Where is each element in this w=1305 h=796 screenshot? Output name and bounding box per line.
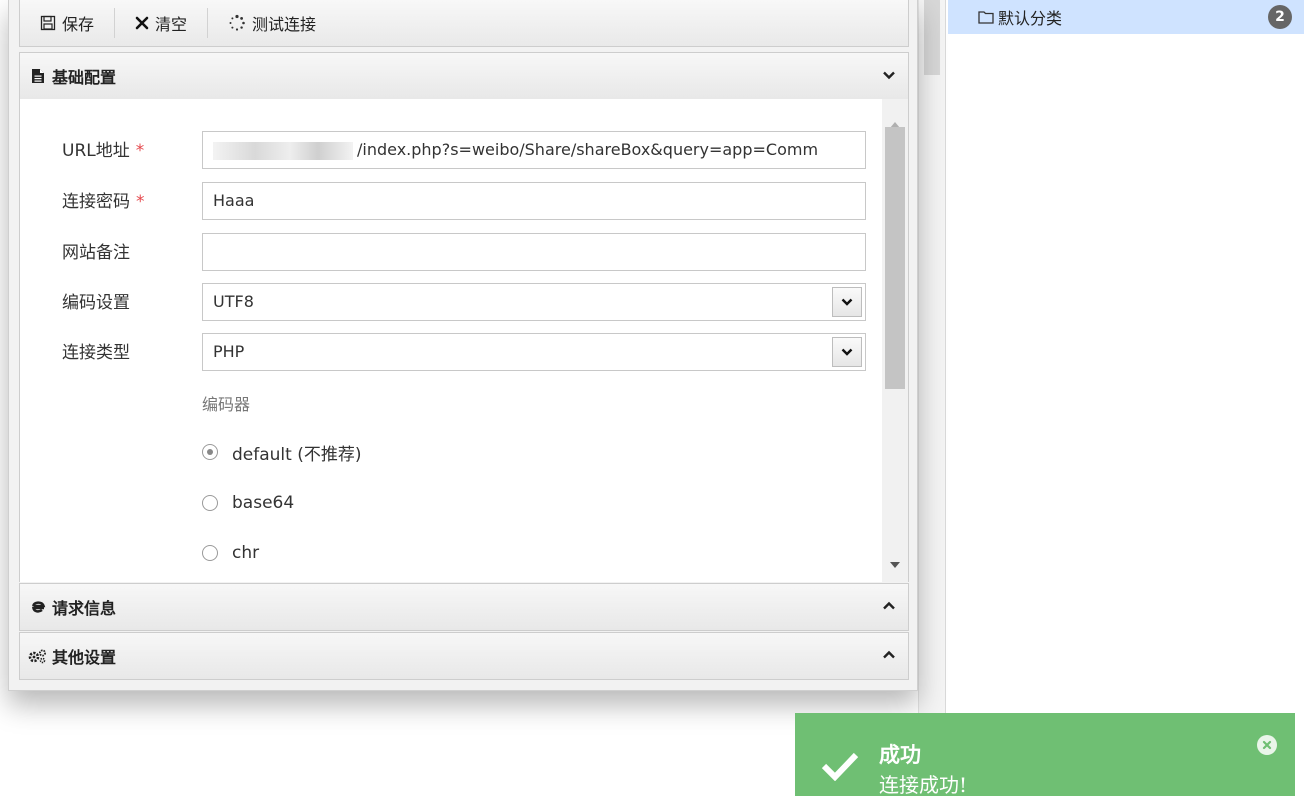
encoder-option-chr[interactable]: chr [202,538,259,568]
toolbar: 保存 清空 测试连接 [19,0,909,47]
form-scrollbar[interactable] [882,99,908,582]
note-row: 网站备注 [20,233,880,273]
encoder-label: 编码器 [202,395,251,414]
toast-title: 成功 [879,742,921,767]
chevron-down-icon[interactable] [832,337,862,367]
url-label: URL地址 [62,141,130,161]
encoder-option-label: chr [232,543,260,563]
type-row: 连接类型 PHP [20,333,880,373]
clear-button[interactable]: 清空 [115,0,207,46]
encoder-option-label: base64 [232,493,295,513]
test-connection-label: 测试连接 [252,15,317,34]
scrollbar-thumb[interactable] [885,127,905,389]
scroll-down-icon[interactable] [890,553,900,572]
encoder-option-label: default (不推荐) [232,444,362,465]
basic-config-panel: URL地址 * /index.php?s=weibo/Share/shareBox… [19,99,909,582]
url-row: URL地址 * /index.php?s=weibo/Share/shareBox… [20,131,880,171]
section-other-header[interactable]: 其他设置 [19,632,909,680]
password-input[interactable]: Haaa [202,182,866,220]
category-item-default[interactable]: 默认分类 2 [948,0,1304,34]
chevron-down-icon[interactable] [882,67,896,86]
splitter-thumb[interactable] [924,0,940,75]
required-mark: * [136,192,145,212]
encoder-option-default[interactable]: default (不推荐) [202,437,361,467]
section-other-title: 其他设置 [52,648,117,667]
section-basic-title: 基础配置 [52,68,117,87]
category-panel: 默认分类 2 [945,0,1305,796]
chevron-down-icon[interactable] [832,287,862,317]
chevron-up-icon[interactable] [882,598,896,617]
chevron-up-icon[interactable] [882,647,896,666]
password-label: 连接密码 [62,192,130,212]
encoder-option-base64[interactable]: base64 [202,488,294,518]
password-row: 连接密码 * Haaa [20,182,880,222]
radio-unchecked[interactable] [202,545,218,561]
save-label: 保存 [62,15,95,34]
floppy-icon [40,15,56,31]
section-request-header[interactable]: 请求信息 [19,583,909,631]
encoding-row: 编码设置 UTF8 [20,283,880,323]
connection-dialog: 保存 清空 测试连接 基础配置 URL地址 * /index.php?s=wei… [8,0,918,691]
radio-unchecked[interactable] [202,495,218,511]
required-mark: * [135,141,145,161]
category-label: 默认分类 [998,9,1063,28]
close-icon[interactable] [1257,735,1277,755]
count-badge: 2 [1268,5,1292,29]
radio-checked[interactable] [202,444,218,460]
encoding-label: 编码设置 [62,293,130,313]
splitter[interactable] [918,0,945,796]
ie-icon [28,598,48,616]
note-label: 网站备注 [62,243,130,263]
folder-icon [976,7,996,27]
checkmark-icon [821,751,859,785]
url-input[interactable]: /index.php?s=weibo/Share/shareBox&query=… [202,131,866,169]
section-request-title: 请求信息 [52,599,117,618]
save-button[interactable]: 保存 [20,0,114,46]
url-value: /index.php?s=weibo/Share/shareBox&query=… [357,140,819,159]
encoding-select[interactable]: UTF8 [202,283,866,321]
close-icon [135,16,149,30]
section-basic-header[interactable]: 基础配置 [19,52,909,100]
toast-message: 连接成功! [879,773,968,796]
clear-label: 清空 [155,15,188,34]
type-select[interactable]: PHP [202,333,866,371]
gears-icon [28,648,48,664]
encoding-value: UTF8 [213,292,254,311]
note-input[interactable] [202,233,866,271]
type-value: PHP [213,342,245,361]
test-connection-button[interactable]: 测试连接 [208,0,336,46]
document-icon [28,68,48,84]
success-toast: 成功 连接成功! [795,713,1295,796]
type-label: 连接类型 [62,343,130,363]
redacted-host [213,141,353,160]
spinner-icon [228,14,246,32]
